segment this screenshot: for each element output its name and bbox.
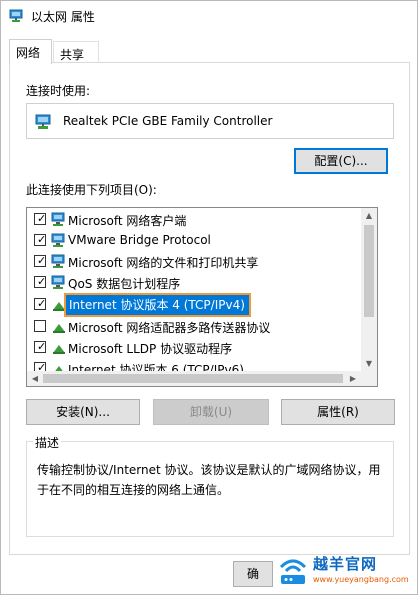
description-text: 传输控制协议/Internet 协议。该协议是默认的广域网络协议，用于在不同的相… [37, 463, 381, 497]
scroll-thumb[interactable] [43, 374, 343, 383]
network-service-icon [51, 275, 65, 289]
list-item[interactable]: ✓ VMware Bridge Protocol [27, 230, 377, 251]
watermark-name: 越羊官网 [313, 555, 378, 573]
list-item[interactable]: Microsoft 网络适配器多路传送器协议 [27, 316, 377, 337]
window-title: 以太网 属性 [31, 10, 95, 24]
item-label: VMware Bridge Protocol [68, 233, 211, 247]
scroll-right-icon[interactable]: ▶ [345, 371, 361, 386]
router-icon [279, 559, 307, 584]
item-label: Microsoft LLDP 协议驱动程序 [68, 342, 233, 356]
network-tab-panel: 连接时使用: Realtek PCIe GBE Family Controlle… [9, 62, 410, 555]
list-item[interactable]: ✓ Microsoft 网络的文件和打印机共享 [27, 251, 377, 272]
item-checkbox[interactable]: ✓ [34, 340, 46, 353]
network-adapter-icon [9, 9, 23, 22]
tab-network[interactable]: 网络 [9, 39, 52, 64]
protocol-icon [53, 302, 65, 311]
file-share-icon [51, 254, 65, 268]
item-checkbox[interactable]: ✓ [34, 254, 46, 267]
item-checkbox[interactable]: ✓ [34, 212, 46, 225]
properties-window: 以太网 属性 网络 共享 连接时使用: Realtek PCIe GBE Fam… [0, 0, 418, 595]
list-item[interactable]: ✓ Microsoft LLDP 协议驱动程序 [27, 337, 377, 358]
network-client-icon [51, 212, 65, 226]
watermark-url: www.yueyangbang.com [313, 575, 409, 584]
watermark-logo: 越羊官网 www.yueyangbang.com [273, 549, 417, 593]
title-bar[interactable]: 以太网 属性 [1, 1, 417, 31]
network-service-icon [51, 233, 65, 247]
tab-sharing[interactable]: 共享 [53, 41, 99, 63]
item-checkbox[interactable]: ✓ [34, 275, 46, 288]
horizontal-scrollbar[interactable]: ◀ ▶ [27, 371, 377, 386]
list-item[interactable]: ✓ Internet 协议版本 4 (TCP/IPv4) [27, 293, 377, 317]
list-item[interactable]: ✓ Microsoft 网络客户端 [27, 209, 377, 230]
item-label: Microsoft 网络客户端 [68, 214, 187, 228]
connect-using-label: 连接时使用: [26, 84, 91, 98]
scroll-left-icon[interactable]: ◀ [27, 371, 43, 386]
install-button[interactable]: 安装(N)... [26, 399, 140, 425]
scroll-up-icon[interactable]: ▲ [361, 208, 377, 224]
scroll-thumb[interactable] [364, 225, 374, 317]
item-checkbox[interactable]: ✓ [34, 233, 46, 246]
items-label: 此连接使用下列项目(O): [26, 183, 157, 197]
list-item[interactable]: ✓ Internet 协议版本 6 (TCP/IPv6) [27, 358, 377, 372]
list-item[interactable]: ✓ QoS 数据包计划程序 [27, 272, 377, 293]
network-adapter-icon [35, 114, 51, 129]
item-label: Microsoft 网络适配器多路传送器协议 [68, 321, 271, 335]
configure-button[interactable]: 配置(C)... [294, 148, 388, 174]
vertical-scrollbar[interactable]: ▲ ▼ [361, 208, 377, 372]
item-label: Internet 协议版本 4 (TCP/IPv4) [64, 293, 251, 317]
components-list-viewport: ✓ Microsoft 网络客户端 ✓ VMware Bridge Protoc… [27, 208, 377, 372]
adapter-name: Realtek PCIe GBE Family Controller [63, 114, 273, 128]
item-checkbox[interactable] [34, 320, 46, 332]
item-label: Microsoft 网络的文件和打印机共享 [68, 256, 259, 270]
adapter-box: Realtek PCIe GBE Family Controller [26, 103, 394, 139]
components-list[interactable]: ✓ Microsoft 网络客户端 ✓ VMware Bridge Protoc… [26, 207, 378, 387]
ok-button[interactable]: 确 [233, 561, 273, 587]
protocol-icon [53, 345, 65, 354]
protocol-icon [53, 324, 65, 333]
item-checkbox[interactable]: ✓ [34, 297, 46, 310]
description-group: 描述 传输控制协议/Internet 协议。该协议是默认的广域网络协议，用于在不… [26, 434, 394, 537]
description-label: 描述 [33, 434, 62, 451]
uninstall-button[interactable]: 卸载(U) [153, 399, 269, 425]
properties-button[interactable]: 属性(R) [281, 399, 395, 425]
item-label: QoS 数据包计划程序 [68, 277, 181, 291]
scroll-down-icon[interactable]: ▼ [361, 356, 377, 372]
